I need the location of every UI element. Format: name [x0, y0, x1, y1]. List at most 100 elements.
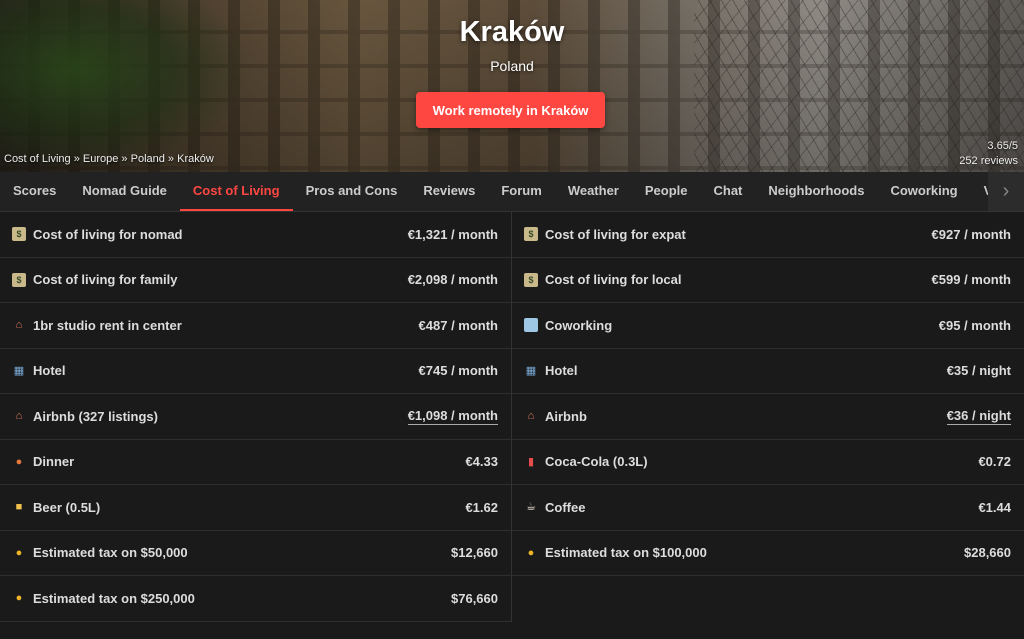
moneybag-icon: ●	[527, 546, 535, 559]
cost-row-tax-50k: ● Estimated tax on $50,000 $12,660	[0, 531, 511, 576]
cost-value: €487 / month	[418, 317, 498, 333]
cost-value: €1.44	[978, 499, 1011, 515]
airbnb-night-link[interactable]: €36 / night	[946, 408, 1011, 425]
cost-value: $12,660	[451, 545, 498, 561]
cost-row-beer: ■ Beer (0.5L) €1.62	[0, 485, 511, 531]
cost-label: Estimated tax on $250,000	[33, 590, 195, 606]
breadcrumb-cost-of-living[interactable]: Cost of Living	[4, 153, 71, 165]
cost-value: €745 / month	[418, 363, 498, 379]
cost-row-tax-250k: ● Estimated tax on $250,000 $76,660	[0, 576, 511, 622]
cost-value: $76,660	[451, 590, 498, 606]
tab-pros-and-cons[interactable]: Pros and Cons	[293, 172, 411, 211]
house-icon: ⌂	[15, 410, 23, 423]
cost-value: €95 / month	[938, 317, 1011, 333]
cost-row-cola: ▮ Coca-Cola (0.3L) €0.72	[512, 440, 1024, 485]
cost-row-family: $ Cost of living for family €2,098 / mont…	[0, 258, 511, 303]
cost-row-dinner: ● Dinner €4.33	[0, 440, 511, 485]
coffee-icon: ☕	[526, 501, 536, 514]
cost-row-airbnb-month: ⌂ Airbnb (327 listings) €1,098 / month	[0, 394, 511, 440]
money-icon: $	[524, 272, 538, 287]
cost-value: €1,321 / month	[407, 226, 498, 242]
cost-row-coffee: ☕ Coffee €1.44	[512, 485, 1024, 531]
hotel-icon: ▦	[525, 364, 537, 377]
cost-label: Cost of living for nomad	[33, 226, 183, 242]
cost-column-right: $ Cost of living for expat €927 / month $…	[511, 212, 1024, 622]
cost-label: Coffee	[545, 499, 586, 515]
breadcrumb: Cost of Living » Europe » Poland » Krakó…	[4, 153, 214, 165]
cost-row-expat: $ Cost of living for expat €927 / month	[512, 212, 1024, 258]
breadcrumb-separator: »	[70, 153, 83, 165]
breadcrumb-separator: »	[164, 153, 178, 165]
empty-cell	[512, 576, 1024, 622]
cost-row-studio-rent: ⌂ 1br studio rent in center €487 / month	[0, 303, 511, 349]
tab-bar: Scores Nomad Guide Cost of Living Pros a…	[0, 172, 1024, 212]
cost-table: $ Cost of living for nomad €1,321 / month…	[0, 212, 1024, 622]
cost-label: Estimated tax on $100,000	[545, 545, 707, 561]
cost-label: Airbnb (327 listings)	[33, 408, 158, 424]
breadcrumb-europe[interactable]: Europe	[83, 153, 118, 165]
tab-nomad-guide[interactable]: Nomad Guide	[69, 172, 180, 211]
cost-row-hotel-month: ▦ Hotel €745 / month	[0, 349, 511, 394]
cost-row-hotel-night: ▦ Hotel €35 / night	[512, 349, 1024, 394]
house-icon: ⌂	[527, 410, 535, 423]
cost-label: Cost of living for family	[33, 272, 178, 288]
cost-label: Hotel	[545, 363, 578, 379]
tab-chat[interactable]: Chat	[701, 172, 756, 211]
city-title: Kraków	[459, 16, 565, 48]
cost-value: €599 / month	[931, 272, 1011, 288]
cost-label: Coca-Cola (0.3L)	[545, 454, 648, 470]
money-icon: $	[12, 272, 26, 287]
house-icon: ⌂	[15, 319, 23, 332]
cost-label: Cost of living for expat	[545, 226, 686, 242]
moneybag-icon: ●	[15, 592, 23, 605]
tab-weather[interactable]: Weather	[555, 172, 632, 211]
country-subtitle: Poland	[490, 58, 534, 74]
tab-reviews[interactable]: Reviews	[410, 172, 488, 211]
cost-row-airbnb-night: ⌂ Airbnb €36 / night	[512, 394, 1024, 440]
cost-label: Dinner	[33, 454, 75, 470]
coworking-icon	[524, 318, 538, 333]
tab-people[interactable]: People	[632, 172, 701, 211]
cost-label: Cost of living for local	[545, 272, 682, 288]
hotel-icon: ▦	[13, 364, 25, 377]
rating-score: 3.65/5	[987, 140, 1018, 152]
cost-value: $28,660	[964, 545, 1011, 561]
rating-summary[interactable]: 3.65/5 252 reviews	[959, 139, 1018, 169]
beer-icon: ■	[15, 501, 23, 514]
tab-scores[interactable]: Scores	[0, 172, 69, 211]
pizza-icon: ●	[15, 455, 23, 468]
tab-neighborhoods[interactable]: Neighborhoods	[755, 172, 877, 211]
cost-label: Airbnb	[545, 408, 587, 424]
hero-banner: Kraków Poland Work remotely in Kraków Co…	[0, 0, 1024, 172]
cost-value: €927 / month	[931, 226, 1011, 242]
cost-label: 1br studio rent in center	[33, 317, 182, 333]
cost-value: €4.33	[465, 454, 498, 470]
cost-label: Hotel	[33, 363, 66, 379]
cost-label: Beer (0.5L)	[33, 499, 101, 515]
cost-value: €2,098 / month	[407, 272, 498, 288]
cola-icon: ▮	[527, 455, 535, 468]
tab-forum[interactable]: Forum	[488, 172, 554, 211]
cost-label: Estimated tax on $50,000	[33, 545, 188, 561]
breadcrumb-separator: »	[118, 153, 131, 165]
cost-column-left: $ Cost of living for nomad €1,321 / month…	[0, 212, 511, 622]
tab-cost-of-living[interactable]: Cost of Living	[179, 172, 293, 211]
chevron-right-icon[interactable]: ›	[988, 172, 1024, 211]
cost-row-nomad: $ Cost of living for nomad €1,321 / month	[0, 212, 511, 258]
tab-coworking[interactable]: Coworking	[877, 172, 970, 211]
airbnb-month-link[interactable]: €1,098 / month	[407, 408, 498, 425]
cost-label: Coworking	[545, 317, 613, 333]
review-count: 252 reviews	[959, 155, 1018, 167]
money-icon: $	[524, 227, 538, 242]
cost-value: €1.62	[465, 499, 498, 515]
cost-row-local: $ Cost of living for local €599 / month	[512, 258, 1024, 303]
breadcrumb-poland[interactable]: Poland	[131, 153, 165, 165]
work-remotely-button[interactable]: Work remotely in Kraków	[416, 92, 605, 128]
cost-value: €0.72	[978, 454, 1011, 470]
breadcrumb-krakow[interactable]: Kraków	[177, 153, 214, 165]
cost-row-coworking: Coworking €95 / month	[512, 303, 1024, 349]
cost-row-tax-100k: ● Estimated tax on $100,000 $28,660	[512, 531, 1024, 576]
moneybag-icon: ●	[15, 546, 23, 559]
cost-value: €35 / night	[946, 363, 1011, 379]
money-icon: $	[12, 227, 26, 242]
